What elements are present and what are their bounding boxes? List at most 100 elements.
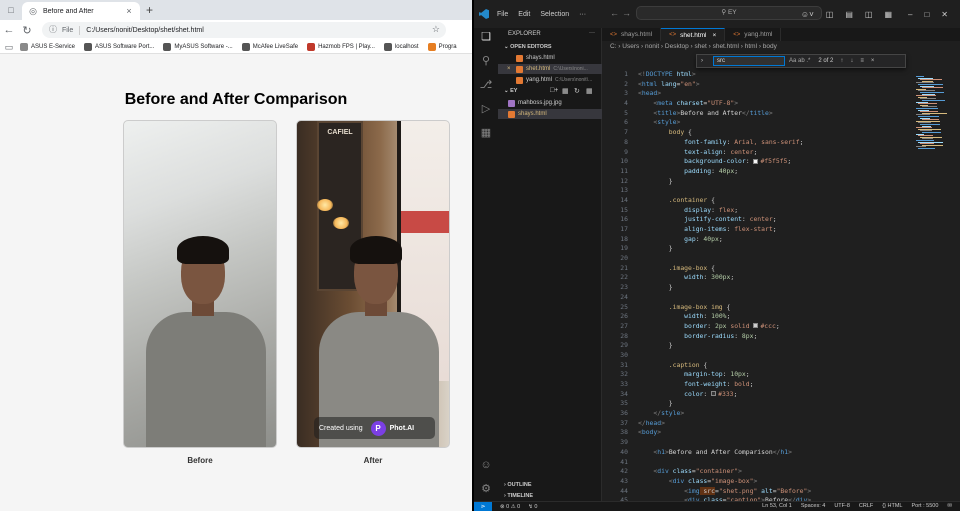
code-token: charset [672, 99, 704, 108]
toggle-secondary-sidebar-icon[interactable]: ◫ [865, 10, 873, 19]
nav-forward-icon[interactable]: → [622, 8, 631, 18]
code-token: title [657, 108, 677, 117]
color-swatch[interactable] [753, 158, 759, 164]
notifications-icon[interactable]: ✉ [947, 503, 952, 509]
menu-file[interactable]: File [497, 11, 508, 18]
run-debug-icon[interactable]: ▷ [479, 102, 493, 116]
close-editor-icon[interactable]: × [507, 64, 511, 74]
settings-gear-icon[interactable]: ⚙ [479, 482, 493, 496]
new-tab-button[interactable]: + [146, 4, 153, 16]
outline-header[interactable]: › OUTLINE [504, 482, 532, 488]
code-token: "en" [680, 79, 696, 88]
timeline-header[interactable]: › TIMELINE [504, 493, 533, 499]
code-token: .image-box img [668, 302, 723, 311]
file-item[interactable]: mahboss.jpg.jpg [498, 98, 602, 108]
close-tab-icon[interactable]: × [712, 32, 716, 39]
previous-match-icon[interactable]: ↑ [840, 58, 843, 64]
bookmark-item[interactable]: localhost [383, 42, 419, 51]
collapse-icon[interactable]: ▦ [586, 87, 593, 95]
source-control-icon[interactable]: ⎇ [479, 78, 493, 92]
line-number: 20 [620, 254, 628, 263]
language-mode[interactable]: {} HTML [882, 503, 902, 509]
code-line: 2 <html lang="en"> [602, 80, 902, 90]
editor-tab[interactable]: <> shays.html [602, 28, 662, 41]
file-item[interactable]: shays.html [498, 109, 602, 119]
line-number: 19 [620, 244, 628, 253]
tab-actions-icon[interactable]: □ [6, 5, 16, 15]
line-ending[interactable]: CRLF [859, 503, 873, 509]
close-tab-icon[interactable]: × [124, 6, 134, 16]
menu-edit[interactable]: Edit [518, 11, 530, 18]
layout-icon[interactable]: ▦ [884, 10, 892, 19]
bookmark-item[interactable]: ASUS Software Port... [84, 42, 154, 51]
next-match-icon[interactable]: ↓ [850, 58, 853, 64]
live-server-port[interactable]: Port : 5500 [911, 503, 938, 509]
open-editor-item[interactable]: yang.html C:\Users\nonit\... [498, 75, 602, 85]
line-number: 8 [624, 137, 628, 146]
command-center[interactable]: ⚲ EY [636, 6, 822, 20]
open-editor-item[interactable]: × shet.html C:\Users\noni... [498, 64, 602, 74]
code-line: 36 </style> [602, 409, 902, 419]
remote-icon[interactable]: ⋗ [474, 501, 492, 511]
color-swatch[interactable] [711, 391, 717, 397]
ports-icon[interactable]: ↯ 0 [528, 504, 537, 510]
bookmarks-icon[interactable]: ▭ [4, 42, 14, 52]
extensions-icon[interactable]: ▦ [479, 126, 493, 140]
toggle-sidebar-icon[interactable]: ◫ [826, 10, 834, 19]
folder-header[interactable]: ⌄ EY [504, 88, 517, 94]
find-in-selection-icon[interactable]: ≡ [860, 58, 864, 64]
new-file-icon[interactable]: □+ [550, 87, 558, 94]
bookmark-label: MyASUS Software -... [174, 43, 233, 50]
info-icon[interactable]: ⓘ [48, 25, 58, 35]
line-number: 15 [620, 205, 628, 214]
editor-tab[interactable]: <> yang.html [725, 28, 782, 41]
toggle-replace-icon[interactable]: › [701, 58, 703, 64]
bookmark-label: localhost [394, 43, 419, 50]
nav-back-icon[interactable]: ← [610, 8, 619, 18]
open-editors-header[interactable]: ⌄ OPEN EDITORS [504, 44, 552, 50]
account-icon[interactable]: ☺ [479, 458, 493, 472]
bookmark-item[interactable]: Progra [427, 42, 457, 51]
bookmark-item[interactable]: ASUS E-Service [20, 42, 75, 51]
find-options[interactable]: Aa ab .* [789, 58, 810, 64]
refresh-icon[interactable]: ↻ [574, 87, 580, 95]
maximize-icon[interactable]: □ [924, 10, 929, 19]
find-input[interactable]: src [713, 56, 785, 66]
minimize-icon[interactable]: – [908, 10, 912, 19]
minimap[interactable] [912, 70, 960, 501]
new-folder-icon[interactable]: ▦ [562, 87, 569, 95]
close-find-icon[interactable]: × [871, 58, 875, 64]
code-token: > [768, 108, 773, 117]
problems-count[interactable]: ⊗ 0 ⚠ 0 [500, 504, 520, 510]
bookmark-item[interactable]: McAfee LiveSafe [241, 42, 298, 51]
code-editor[interactable]: 1 <!DOCTYPE html> 2 <html lang="en"> 3 <head>… [602, 70, 902, 504]
copilot-icon[interactable]: ☺˅ [801, 10, 814, 19]
favorite-star-icon[interactable]: ☆ [432, 24, 440, 35]
address-bar[interactable]: ⓘ File C:/Users/nonit/Desktop/shet/shet.… [42, 22, 446, 38]
code-token: flex [718, 205, 735, 214]
color-swatch[interactable] [753, 323, 759, 329]
cursor-position[interactable]: Ln 53, Col 1 [762, 503, 792, 509]
explorer-more-icon[interactable]: ··· [589, 30, 595, 36]
globe-icon: ◎ [29, 6, 37, 16]
code-line: 11 padding: 40px; [602, 167, 902, 177]
reload-icon[interactable]: ↻ [18, 24, 36, 37]
encoding[interactable]: UTF-8 [834, 503, 850, 509]
menu-selection[interactable]: Selection [540, 11, 569, 18]
toggle-panel-icon[interactable]: ▤ [845, 10, 853, 19]
line-number: 10 [620, 157, 628, 166]
menu-more[interactable]: ··· [579, 11, 586, 18]
breadcrumb[interactable]: C: › Users › nonit › Desktop › shet › sh… [610, 43, 777, 50]
code-line: 7 body { [602, 128, 902, 138]
explorer-icon[interactable]: ❏ [479, 30, 493, 44]
open-editor-item[interactable]: shays.html [498, 53, 602, 63]
search-icon[interactable]: ⚲ [479, 54, 493, 68]
code-token: { [699, 360, 708, 369]
editor-tab-active[interactable]: <> shet.html × [661, 28, 726, 41]
back-icon[interactable]: ← [0, 24, 18, 36]
bookmark-item[interactable]: Hazmob FPS | Play... [307, 42, 375, 51]
close-window-icon[interactable]: ✕ [941, 10, 948, 19]
browser-tab[interactable]: ◎ Before and After × [22, 2, 140, 20]
bookmark-item[interactable]: MyASUS Software -... [163, 42, 233, 51]
indentation[interactable]: Spaces: 4 [801, 503, 825, 509]
